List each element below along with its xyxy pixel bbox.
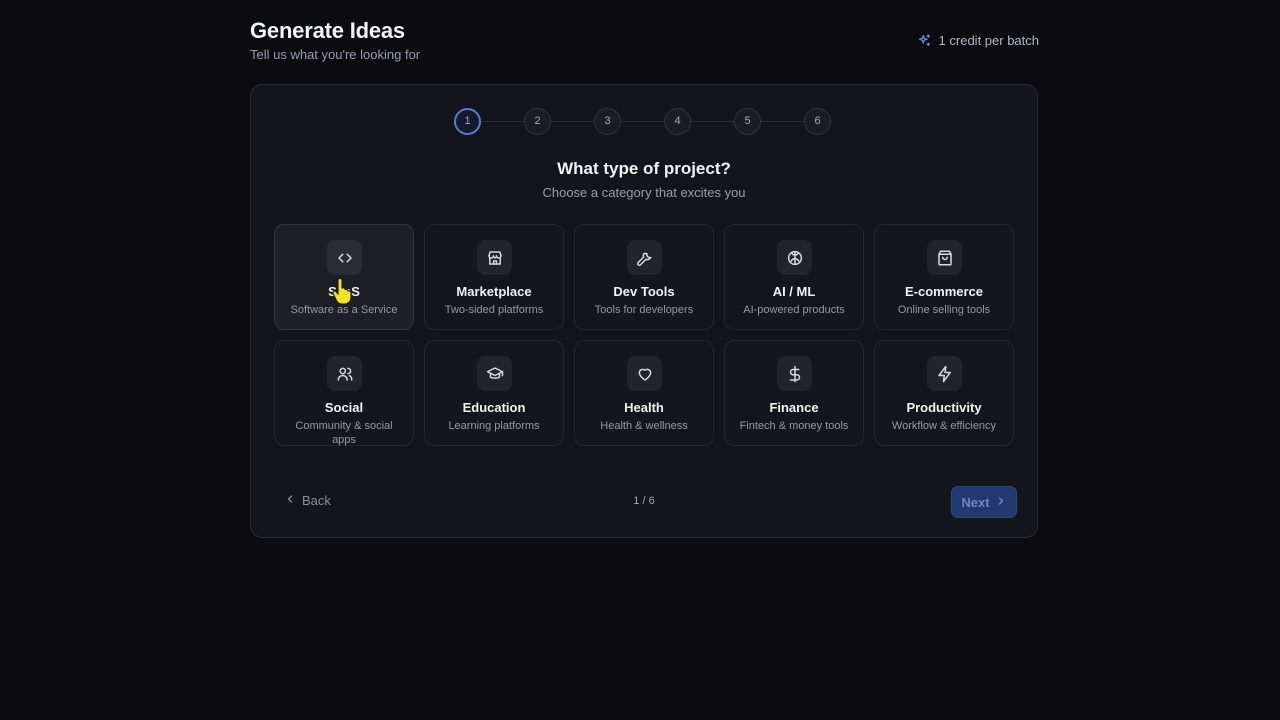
- page-title: Generate Ideas: [250, 18, 405, 43]
- step-3[interactable]: 3: [594, 107, 621, 135]
- page-subtitle: Tell us what you're looking for: [250, 47, 421, 62]
- category-description: Fintech & money tools: [739, 420, 849, 432]
- step-connector: [761, 120, 804, 122]
- chevron-right-icon: [995, 495, 1007, 510]
- category-name: E-commerce: [904, 284, 984, 299]
- step-connector: [551, 120, 594, 122]
- step-connector: [691, 120, 734, 122]
- graduation-cap-icon: [477, 356, 512, 391]
- category-description: Community & social apps: [295, 420, 393, 446]
- wrench-icon: [627, 240, 662, 275]
- category-card-marketplace[interactable]: Marketplace Two-sided platforms: [424, 224, 564, 330]
- category-name: SaaS: [328, 284, 360, 299]
- page-header: Generate Ideas Tell us what you're looki…: [250, 18, 1040, 68]
- sparkles-icon: [917, 33, 932, 48]
- category-card-ai-ml[interactable]: AI / ML AI-powered products: [724, 224, 864, 330]
- lightning-icon: [927, 356, 962, 391]
- category-name: Health: [624, 400, 664, 415]
- category-description: AI-powered products: [743, 304, 845, 316]
- credit-info: 1 credit per batch: [917, 33, 1039, 48]
- next-button[interactable]: Next: [951, 486, 1017, 518]
- category-description: Tools for developers: [594, 304, 694, 316]
- category-description: Learning platforms: [448, 420, 540, 432]
- category-description: Software as a Service: [290, 304, 398, 316]
- category-description: Two-sided platforms: [444, 304, 544, 316]
- dollar-icon: [777, 356, 812, 391]
- category-card-social[interactable]: Social Community & social apps: [274, 340, 414, 446]
- next-label: Next: [961, 494, 990, 510]
- code-icon: [327, 240, 362, 275]
- page-counter: 1 / 6: [633, 495, 655, 507]
- category-name: Finance: [769, 400, 819, 415]
- step-1[interactable]: 1: [454, 107, 481, 135]
- step-connector: [621, 120, 664, 122]
- step-6[interactable]: 6: [804, 107, 831, 135]
- question-title: What type of project?: [557, 159, 731, 178]
- users-icon: [327, 356, 362, 391]
- step-4[interactable]: 4: [664, 107, 691, 135]
- category-name: Productivity: [906, 400, 982, 415]
- category-grid: SaaS Software as a Service Marketplace T…: [274, 224, 1016, 446]
- category-description: Workflow & efficiency: [891, 420, 997, 432]
- heart-icon: [627, 356, 662, 391]
- shopping-bag-icon: [927, 240, 962, 275]
- category-card-e-commerce[interactable]: E-commerce Online selling tools: [874, 224, 1014, 330]
- category-name: AI / ML: [772, 284, 816, 299]
- category-card-health[interactable]: Health Health & wellness: [574, 340, 714, 446]
- question-subtitle: Choose a category that excites you: [542, 185, 746, 200]
- category-name: Education: [462, 400, 526, 415]
- credit-text: 1 credit per batch: [938, 33, 1039, 48]
- category-name: Social: [324, 400, 364, 415]
- category-name: Dev Tools: [613, 284, 675, 299]
- stepper: 1 2 3 4 5 6: [454, 106, 831, 136]
- category-card-productivity[interactable]: Productivity Workflow & efficiency: [874, 340, 1014, 446]
- step-connector: [481, 120, 524, 122]
- category-card-finance[interactable]: Finance Fintech & money tools: [724, 340, 864, 446]
- category-card-education[interactable]: Education Learning platforms: [424, 340, 564, 446]
- step-2[interactable]: 2: [524, 107, 551, 135]
- store-icon: [477, 240, 512, 275]
- wizard-card: 1 2 3 4 5 6 What type of project? Choose…: [250, 84, 1038, 538]
- wizard-footer: Back 1 / 6 Next: [251, 485, 1037, 519]
- category-card-saas[interactable]: SaaS Software as a Service: [274, 224, 414, 330]
- category-description: Online selling tools: [897, 304, 991, 316]
- brain-icon: [777, 240, 812, 275]
- category-name: Marketplace: [456, 284, 532, 299]
- category-description: Health & wellness: [600, 420, 688, 432]
- category-card-dev-tools[interactable]: Dev Tools Tools for developers: [574, 224, 714, 330]
- step-5[interactable]: 5: [734, 107, 761, 135]
- generate-ideas-page: Generate Ideas Tell us what you're looki…: [0, 0, 1280, 720]
